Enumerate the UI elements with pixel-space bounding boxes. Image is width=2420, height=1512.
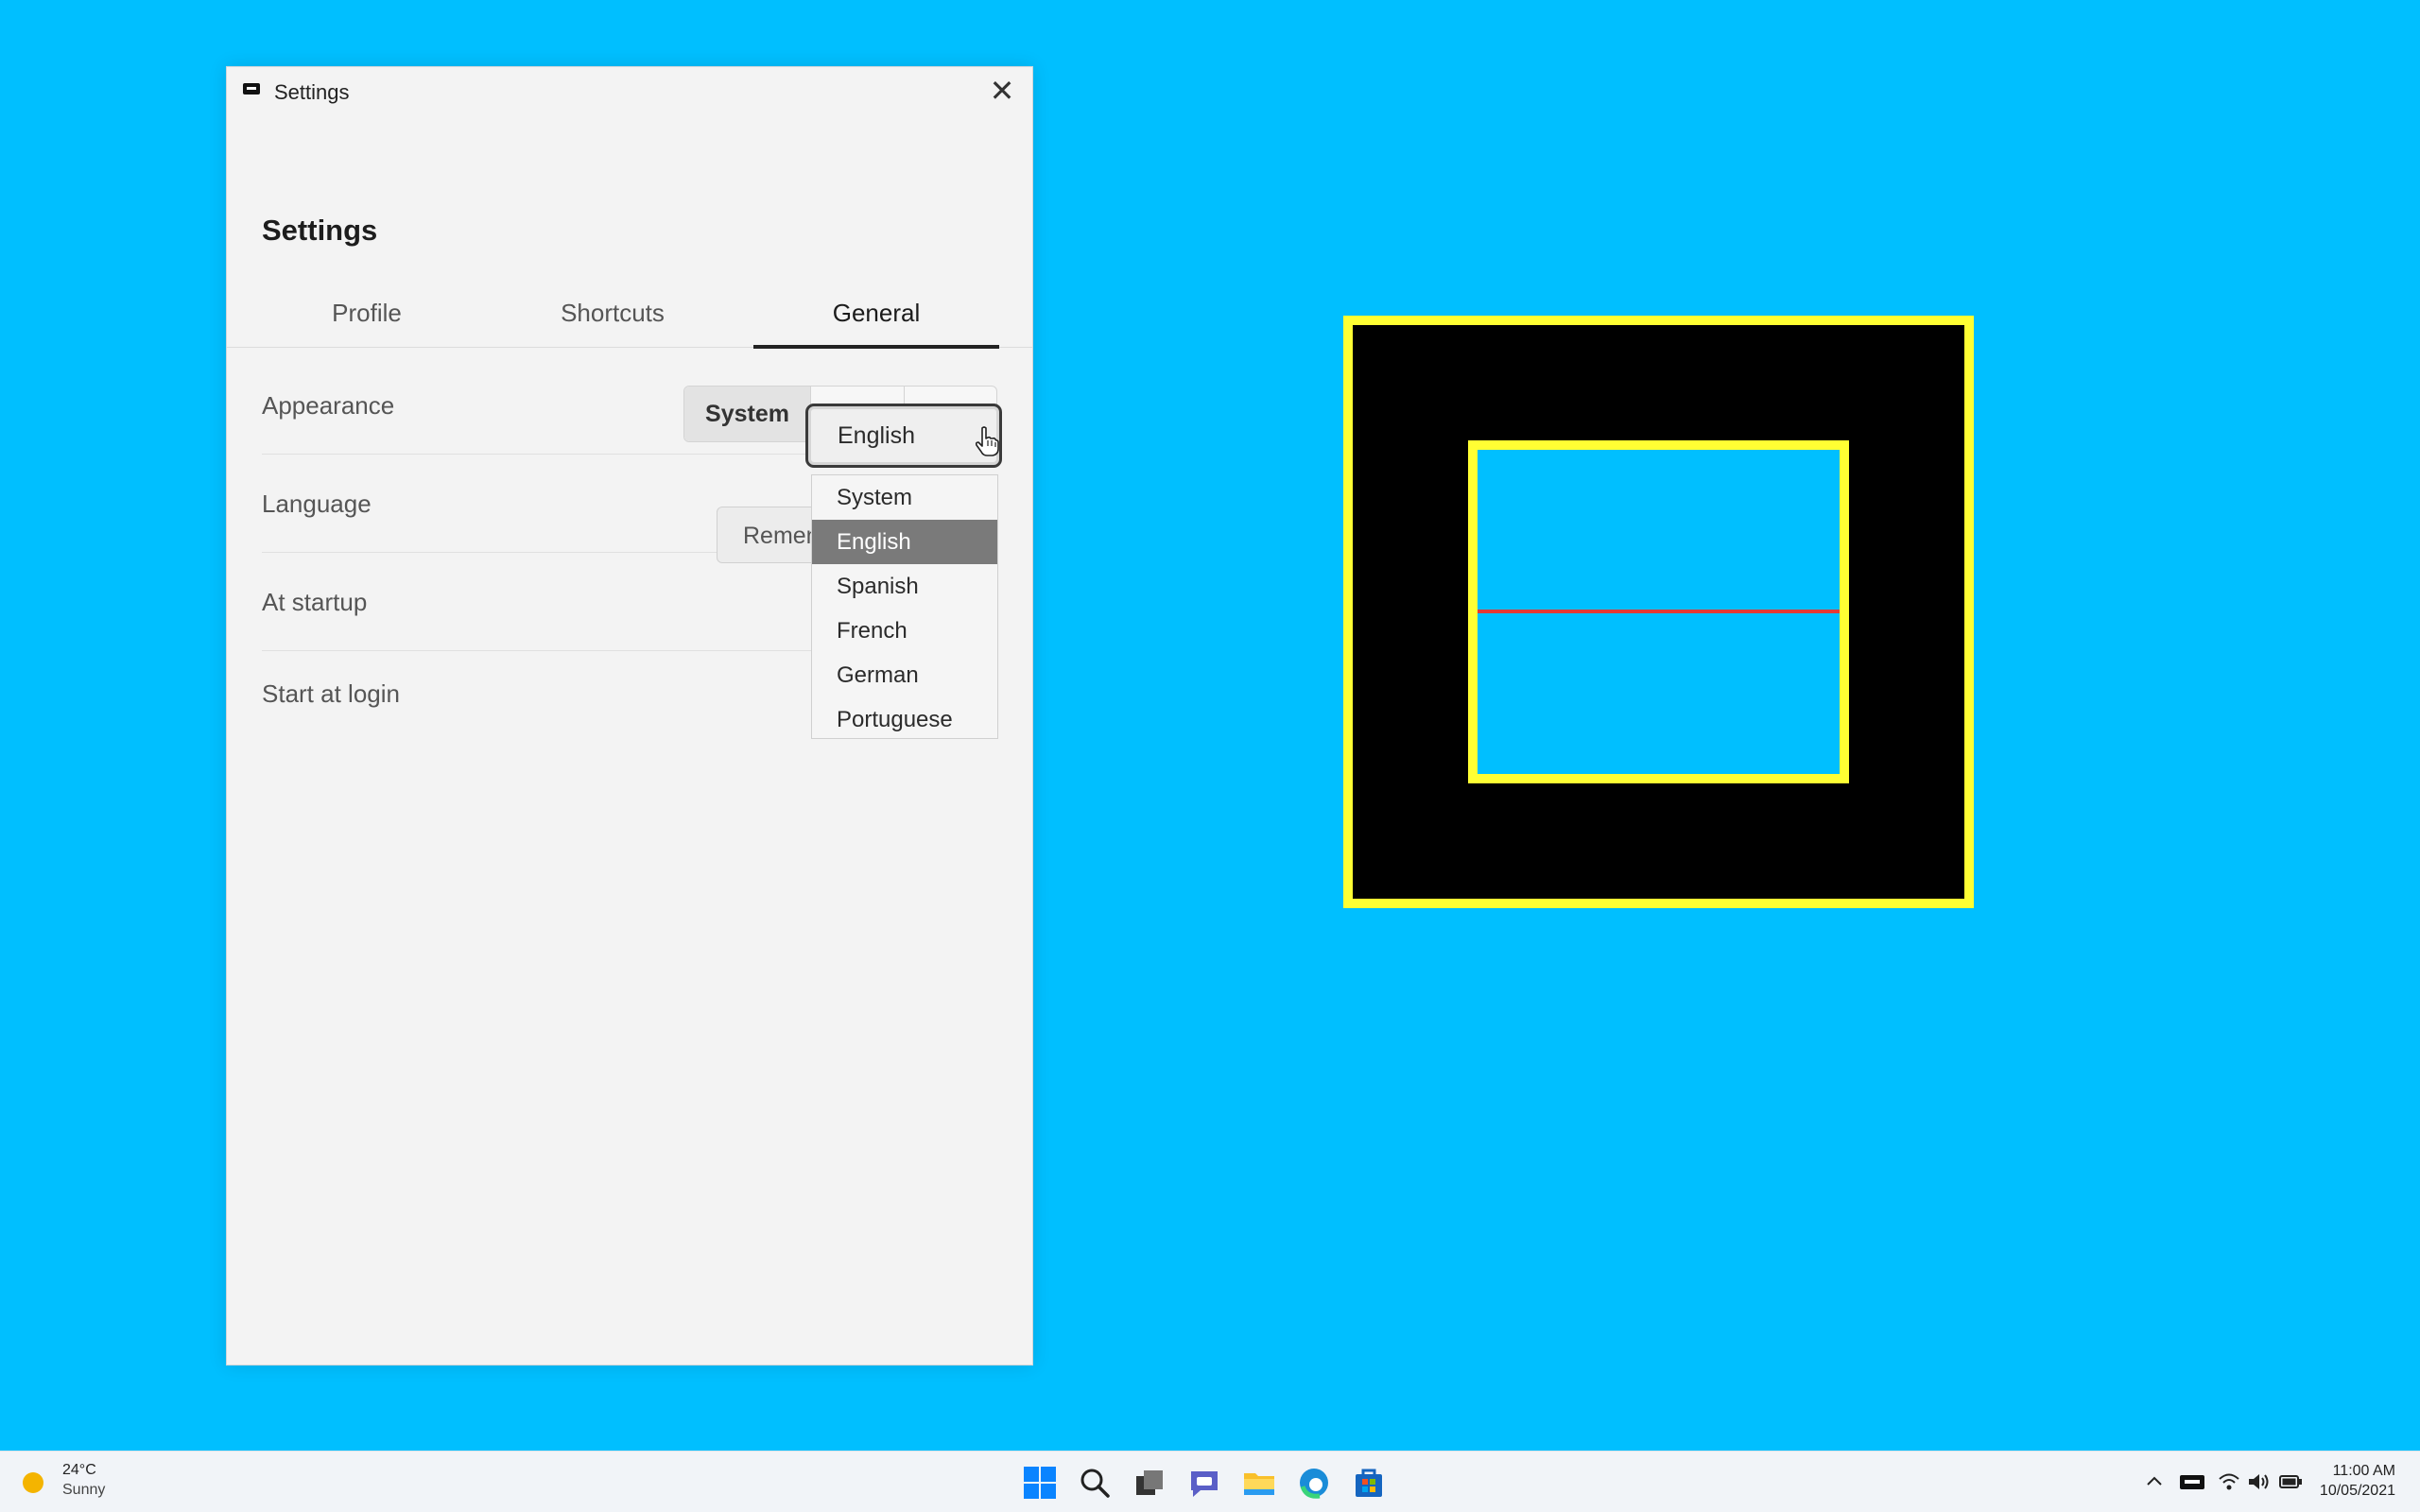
appearance-label: Appearance (262, 391, 395, 420)
language-dropdown-list: System English Spanish French German Por… (811, 474, 998, 739)
language-option-system[interactable]: System (812, 475, 997, 520)
sun-icon (23, 1472, 43, 1493)
system-clock[interactable]: 11:00 AM 10/05/2021 (2320, 1461, 2395, 1501)
at-startup-label: At startup (262, 588, 368, 616)
language-option-english[interactable]: English (812, 520, 997, 564)
language-option-portuguese[interactable]: Portuguese (812, 697, 997, 742)
title-bar[interactable]: Settings ✕ (227, 67, 1032, 116)
file-explorer-icon[interactable] (1240, 1464, 1278, 1502)
clock-time: 11:00 AM (2332, 1463, 2395, 1479)
tab-general[interactable]: General (753, 277, 999, 349)
windows-start-icon[interactable] (1021, 1464, 1059, 1502)
clock-date: 10/05/2021 (2319, 1483, 2395, 1499)
language-option-french[interactable]: French (812, 609, 997, 653)
tab-profile[interactable]: Profile (244, 277, 490, 347)
store-icon[interactable] (1350, 1464, 1388, 1502)
window-title: Settings (274, 80, 350, 104)
search-icon[interactable] (1076, 1464, 1114, 1502)
language-option-german[interactable]: German (812, 653, 997, 697)
page-title: Settings (262, 214, 378, 247)
task-view-icon[interactable] (1131, 1464, 1168, 1502)
desktop-window-graphic (1343, 316, 1974, 908)
battery-icon[interactable] (2278, 1470, 2303, 1493)
weather-temperature[interactable]: 24°C (62, 1462, 96, 1479)
language-label: Language (262, 490, 372, 518)
close-button[interactable]: ✕ (972, 67, 1032, 116)
taskbar: 24°C Sunny 11:00 AM 10/05/2021 (0, 1451, 2420, 1512)
appearance-system-button[interactable]: System (684, 387, 811, 441)
tab-shortcuts[interactable]: Shortcuts (490, 277, 735, 347)
language-select[interactable]: English (805, 404, 1002, 468)
volume-icon[interactable] (2246, 1470, 2271, 1493)
app-tray-icon[interactable] (2178, 1470, 2206, 1493)
chat-icon[interactable] (1185, 1464, 1223, 1502)
weather-description[interactable]: Sunny (62, 1482, 105, 1499)
at-startup-value: Remen (743, 523, 820, 549)
tab-bar: Profile Shortcuts General (227, 277, 1032, 349)
start-at-login-label: Start at login (262, 679, 400, 708)
wifi-icon[interactable] (2218, 1470, 2240, 1493)
language-select-value: English (838, 422, 915, 449)
language-option-spanish[interactable]: Spanish (812, 564, 997, 609)
edge-browser-icon[interactable] (1295, 1464, 1333, 1502)
app-icon (243, 83, 260, 94)
chevron-up-icon[interactable] (2144, 1470, 2165, 1493)
hand-cursor-icon (975, 426, 999, 456)
